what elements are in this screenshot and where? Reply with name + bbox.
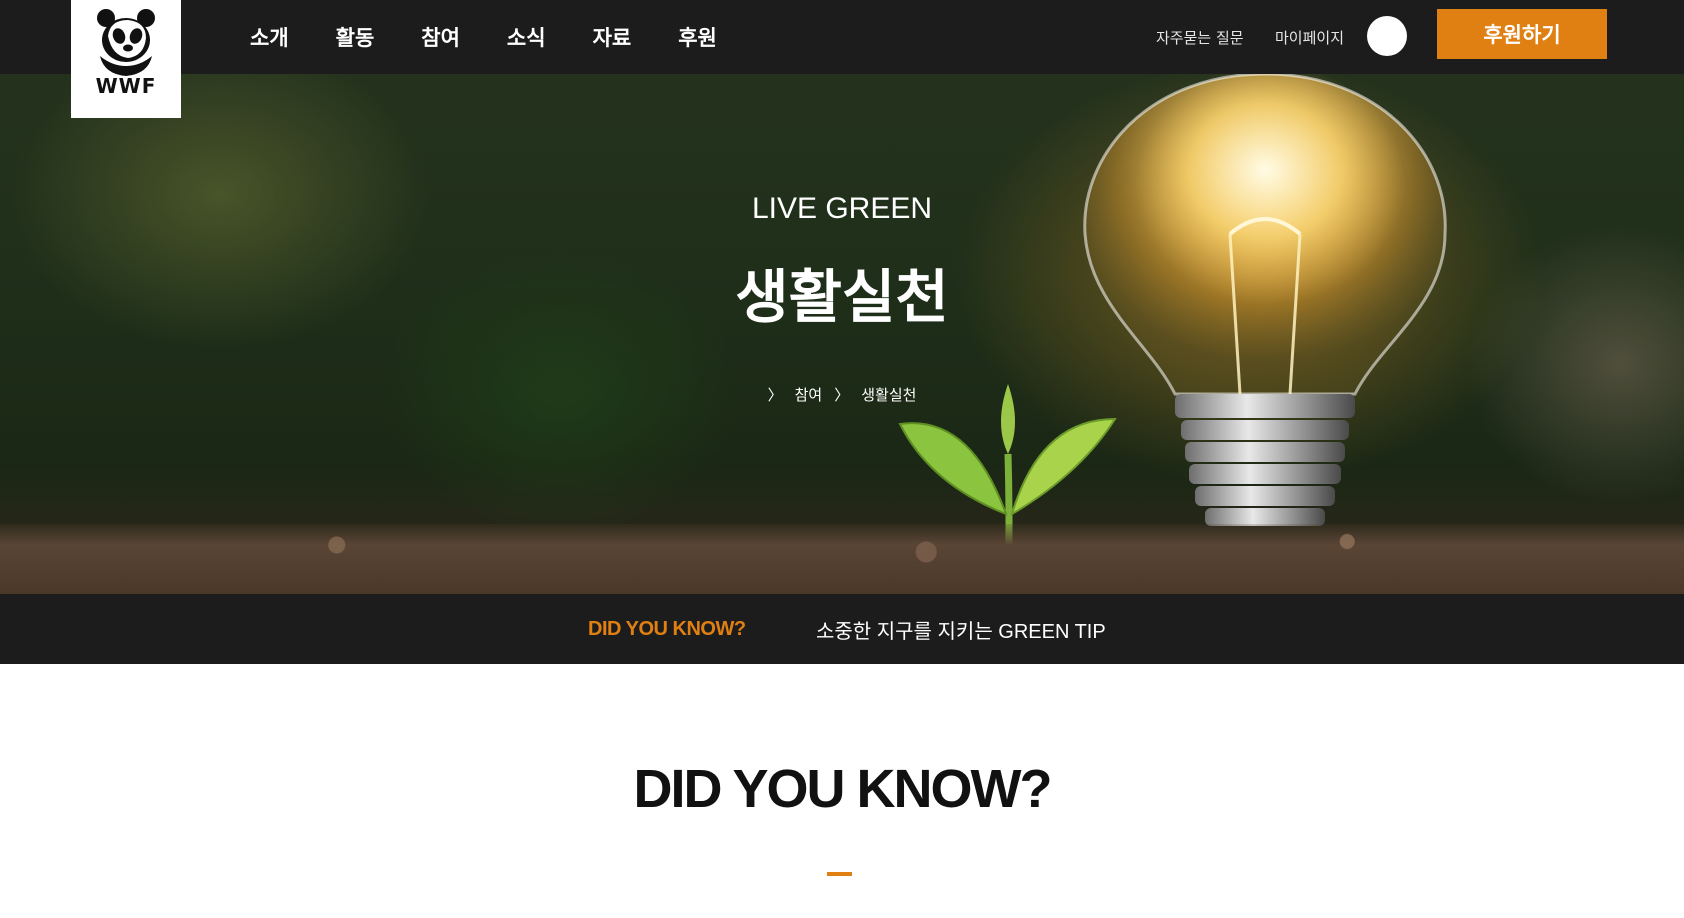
faq-link[interactable]: 자주묻는 질문 bbox=[1156, 27, 1244, 48]
hero-kicker: LIVE GREEN bbox=[751, 192, 933, 225]
section-title: DID YOU KNOW? bbox=[633, 759, 1053, 819]
wwf-logo[interactable]: WWF bbox=[71, 0, 181, 118]
section-divider bbox=[827, 872, 852, 876]
search-icon[interactable] bbox=[1367, 16, 1407, 56]
breadcrumb-item-current[interactable]: 생활실천 bbox=[861, 384, 916, 405]
nav-item-support[interactable]: 후원 bbox=[678, 22, 717, 52]
green-tip-band: DID YOU KNOW? 소중한 지구를 지키는 GREEN TIP bbox=[0, 594, 1684, 664]
util-faq: 자주묻는 질문 bbox=[1156, 0, 1244, 74]
soil-ground bbox=[0, 524, 1684, 594]
nav-item-news[interactable]: 소식 bbox=[507, 22, 546, 52]
panda-icon bbox=[97, 9, 155, 76]
main-nav: 소개 활동 참여 소식 자료 후원 bbox=[250, 0, 764, 74]
band-label: DID YOU KNOW? bbox=[588, 617, 746, 640]
breadcrumb: 〉 참여 〉 생활실천 bbox=[0, 384, 1684, 405]
nav-item-resources[interactable]: 자료 bbox=[593, 22, 632, 52]
breadcrumb-separator: 〉 bbox=[767, 386, 783, 404]
site-header: 소개 활동 참여 소식 자료 후원 자주묻는 질문 마이페이지 후원하기 bbox=[0, 0, 1684, 74]
breadcrumb-separator: 〉 bbox=[834, 386, 850, 404]
hero-banner: LIVE GREEN 생활실천 〉 참여 〉 생활실천 bbox=[0, 74, 1684, 594]
band-text: 소중한 지구를 지키는 GREEN TIP bbox=[816, 620, 1106, 643]
nav-item-activity[interactable]: 활동 bbox=[336, 22, 375, 52]
donate-button[interactable]: 후원하기 bbox=[1437, 9, 1607, 59]
nav-item-about[interactable]: 소개 bbox=[250, 22, 289, 52]
nav-item-participate[interactable]: 참여 bbox=[421, 22, 460, 52]
mypage-link[interactable]: 마이페이지 bbox=[1275, 27, 1344, 48]
logo-wordmark: WWF bbox=[95, 74, 157, 98]
util-mypage: 마이페이지 bbox=[1275, 0, 1344, 74]
page-title: 생활실천 bbox=[735, 263, 949, 331]
breadcrumb-item-participate[interactable]: 참여 bbox=[795, 384, 823, 405]
